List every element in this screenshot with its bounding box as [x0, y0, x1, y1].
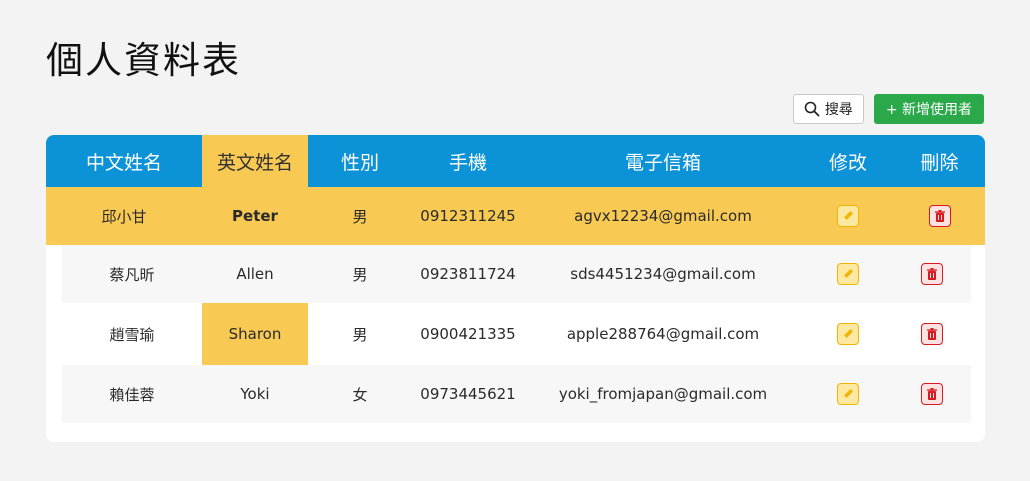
- trash-icon: [934, 210, 945, 222]
- cell-name-zh: 蔡凡昕: [109, 265, 155, 284]
- delete-cell: [894, 305, 970, 363]
- edit-button[interactable]: [837, 205, 859, 227]
- header-gender: 性別: [340, 151, 379, 174]
- edit-cell: [802, 305, 894, 363]
- delete-cell: [894, 245, 970, 303]
- edit-cell: [802, 365, 894, 423]
- delete-button[interactable]: [928, 205, 951, 227]
- cell-email: agvx12234@gmail.com: [574, 207, 752, 225]
- pencil-icon: [843, 269, 853, 279]
- cell-gender: 男: [352, 265, 368, 284]
- cell-phone: 0923811724: [420, 265, 516, 283]
- cell-phone: 0912311245: [420, 207, 516, 225]
- pencil-icon: [843, 329, 853, 339]
- header-phone: 手機: [448, 151, 487, 174]
- cell-name-en: Peter: [232, 207, 278, 225]
- cell-email: sds4451234@gmail.com: [570, 265, 756, 283]
- table-header: 中文姓名 英文姓名 性別 手機 電子信箱 修改 刪除: [46, 135, 985, 187]
- cell-name-zh: 賴佳蓉: [109, 385, 155, 404]
- add-user-label: + 新增使用者: [885, 102, 972, 118]
- table-row[interactable]: 邱小甘 Peter 男 0912311245 agvx12234@gmail.c…: [46, 187, 985, 245]
- cell-gender: 男: [352, 207, 368, 226]
- edit-cell: [802, 187, 894, 245]
- header-email: 電子信箱: [624, 151, 701, 174]
- trash-icon: [927, 268, 937, 280]
- trash-icon: [927, 328, 937, 340]
- cell-phone: 0900421335: [420, 325, 516, 343]
- delete-button[interactable]: [921, 323, 943, 345]
- cell-name-en: Yoki: [240, 385, 270, 403]
- table-row[interactable]: 蔡凡昕 Allen 男 0923811724 sds4451234@gmail.…: [62, 245, 971, 303]
- cell-email: yoki_fromjapan@gmail.com: [558, 385, 768, 403]
- table-row[interactable]: 賴佳蓉 Yoki 女 0973445621 yoki_fromjapan@gma…: [62, 365, 971, 423]
- cell-name-en: Sharon: [228, 325, 282, 343]
- trash-icon: [927, 388, 937, 400]
- edit-cell: [802, 245, 894, 303]
- cell-name-en: Allen: [236, 265, 274, 283]
- delete-cell: [894, 187, 985, 245]
- pencil-icon: [843, 211, 853, 221]
- delete-cell: [894, 365, 970, 423]
- edit-button[interactable]: [837, 383, 859, 405]
- header-delete: 刪除: [920, 151, 959, 174]
- header-name-zh: 中文姓名: [85, 151, 162, 174]
- cell-phone: 0973445621: [420, 385, 516, 403]
- user-table: 中文姓名 英文姓名 性別 手機 電子信箱 修改 刪除 邱小甘 Peter 男 0…: [46, 135, 985, 442]
- pencil-icon: [843, 389, 853, 399]
- add-user-button[interactable]: + 新增使用者: [873, 94, 984, 124]
- page: 個人資料表 搜尋 + 新增使用者 中文姓名 英文姓名 性別 手機 電子信箱 修改…: [0, 0, 1030, 481]
- delete-button[interactable]: [921, 383, 943, 405]
- cell-gender: 女: [352, 385, 368, 404]
- search-button[interactable]: 搜尋: [792, 94, 864, 124]
- cell-email: apple288764@gmail.com: [566, 325, 760, 343]
- user-table-card: 中文姓名 英文姓名 性別 手機 電子信箱 修改 刪除 邱小甘 Peter 男 0…: [46, 135, 985, 442]
- page-title: 個人資料表: [46, 39, 241, 82]
- cell-gender: 男: [352, 325, 368, 344]
- cell-name-zh: 邱小甘: [101, 207, 147, 226]
- search-icon: [804, 101, 820, 117]
- toolbar: 搜尋 + 新增使用者: [792, 94, 984, 124]
- header-name-en: 英文姓名: [202, 135, 308, 187]
- cell-name-zh: 趙雪瑜: [109, 325, 155, 344]
- search-label: 搜尋: [824, 102, 853, 118]
- delete-button[interactable]: [921, 263, 943, 285]
- table-row[interactable]: 趙雪瑜 Sharon 男 0900421335 apple288764@gmai…: [62, 305, 971, 363]
- edit-button[interactable]: [837, 263, 859, 285]
- header-edit: 修改: [828, 151, 867, 174]
- edit-button[interactable]: [837, 323, 859, 345]
